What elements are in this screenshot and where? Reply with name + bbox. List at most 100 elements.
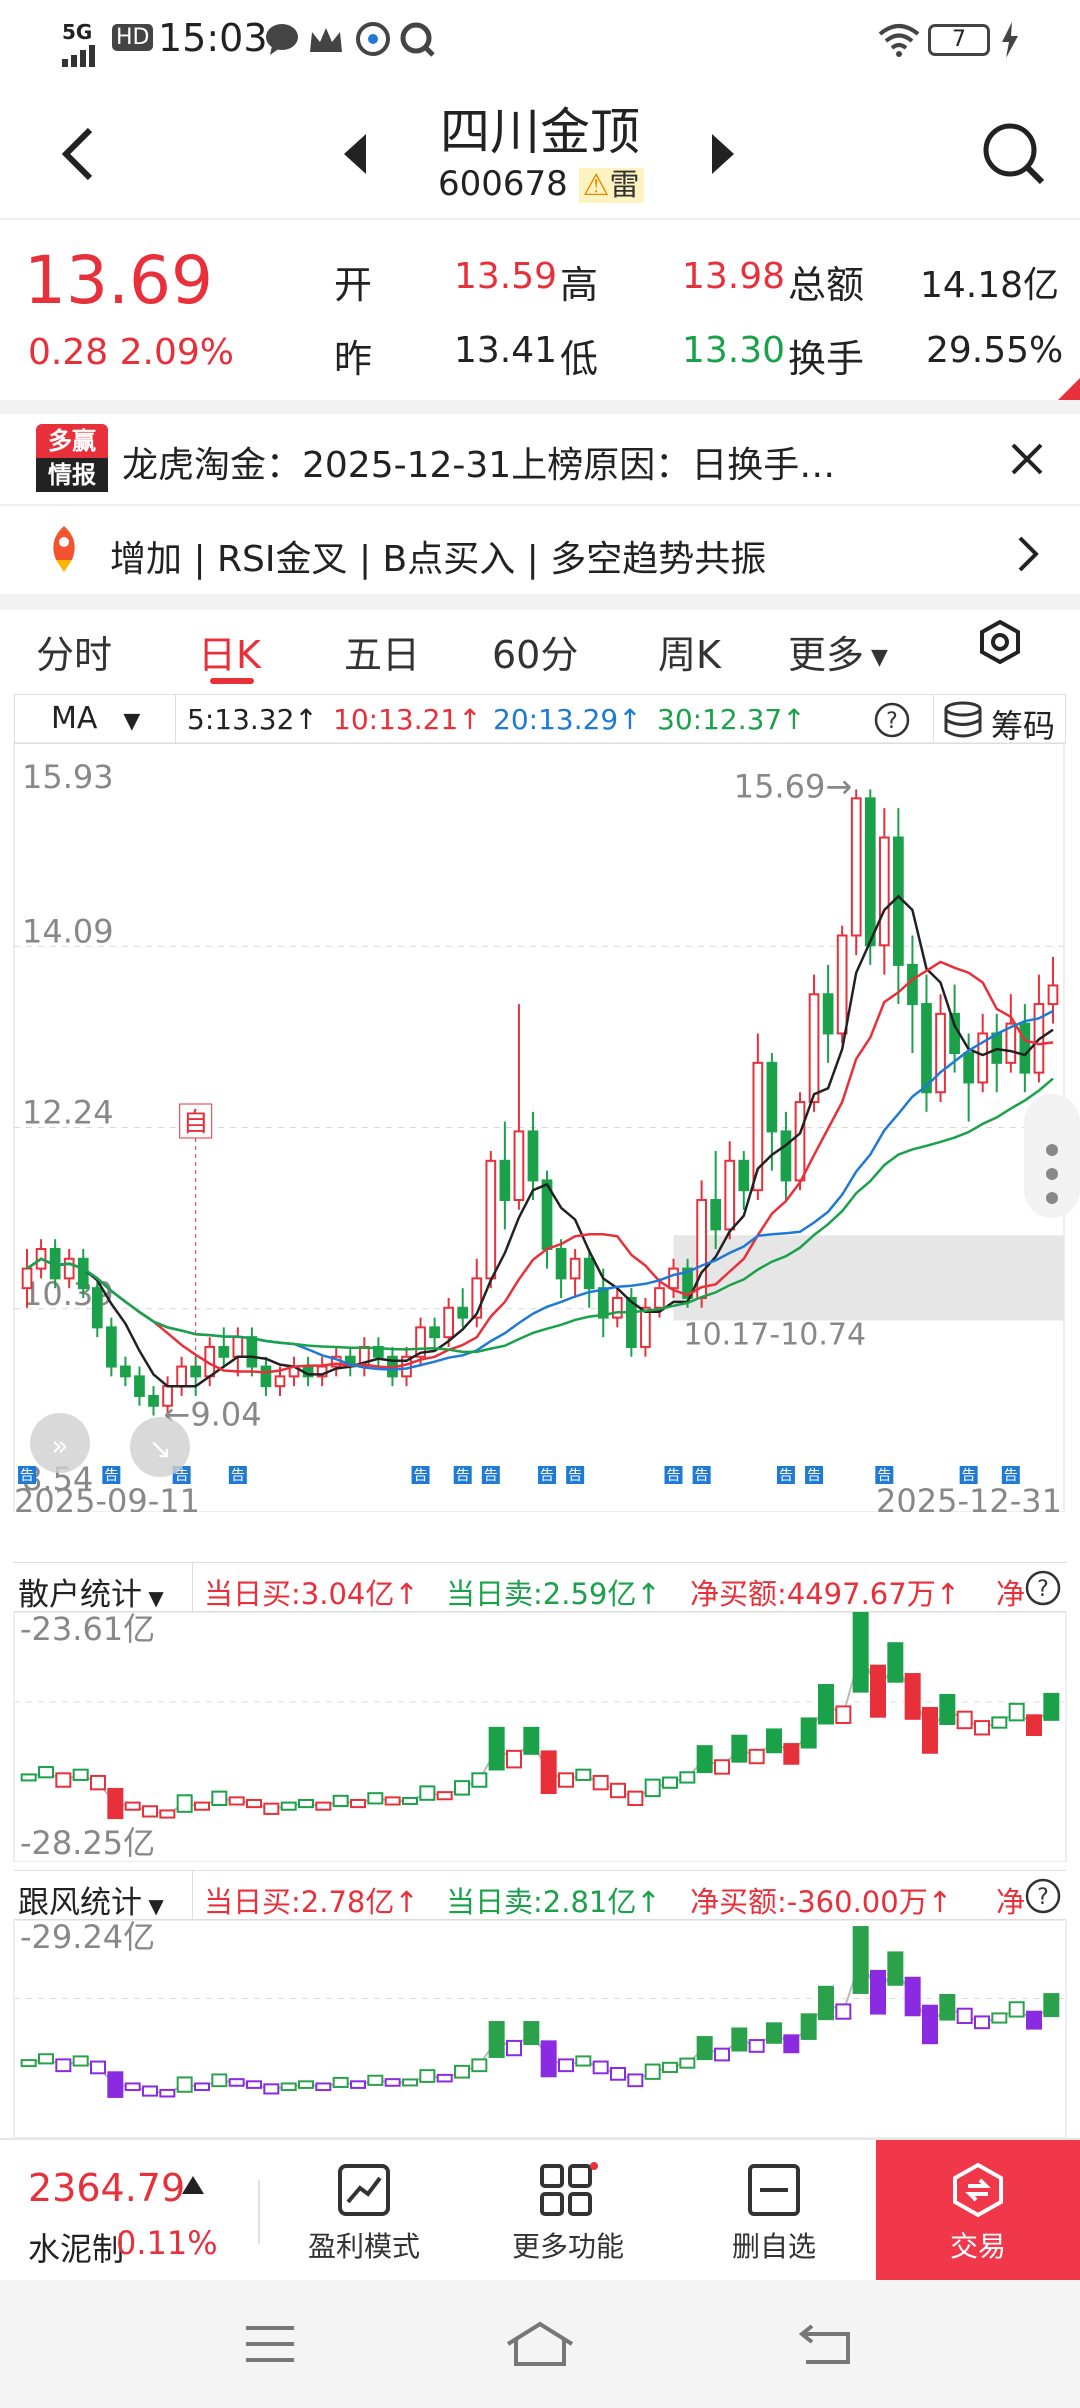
tab-more[interactable]: 更多 ▼ — [788, 624, 888, 679]
index-name[interactable]: 水泥制 — [28, 2224, 124, 2270]
candle-body — [555, 1247, 567, 1280]
news-banner[interactable]: 多赢 情报 龙虎淘金：2025-12-31上榜原因：日换手… — [0, 414, 1080, 506]
panel-bar — [592, 2060, 609, 2075]
candle-body — [499, 1159, 511, 1202]
tab-day-k[interactable]: 日K — [198, 624, 261, 679]
signal-banner[interactable]: 增加 | RSI金叉 | B点买入 | 多空趋势共振 — [0, 508, 1080, 594]
tab-week-k[interactable]: 周K — [658, 624, 721, 679]
tab-60min[interactable]: 60分 — [492, 624, 578, 679]
candle-body — [878, 836, 890, 947]
panel-bar — [679, 1771, 696, 1784]
candle-body — [935, 1012, 946, 1094]
notice-tag-label: 告 — [414, 1468, 428, 1484]
low-label: 低 — [560, 337, 599, 381]
news-text[interactable]: 龙虎淘金：2025-12-31上榜原因：日换手… — [122, 436, 835, 488]
candle-body — [429, 1326, 440, 1339]
panel-bar — [852, 1612, 869, 1693]
panel-bar — [367, 1792, 384, 1805]
stock-code: 600678 ⚠雷 — [438, 160, 644, 204]
svg-text:?: ? — [1037, 1885, 1049, 1910]
candle-body — [808, 993, 820, 1104]
tab-five-day[interactable]: 五日 — [344, 624, 420, 679]
follow-select[interactable]: 跟风统计 ▼ — [18, 1877, 164, 1922]
chips-button[interactable]: 筹码 — [991, 701, 1055, 747]
panel-bar — [575, 1768, 592, 1781]
panel-bar — [714, 1759, 730, 1775]
candle-body — [527, 1130, 539, 1182]
retail-help-icon[interactable]: ? — [1024, 1569, 1062, 1615]
support-zone — [673, 1235, 1064, 1321]
next-stock-icon[interactable] — [708, 132, 738, 180]
help-icon[interactable]: ? — [873, 701, 911, 747]
follow-net-more: 净 — [996, 1885, 1026, 1919]
panel-bar — [922, 2004, 938, 2045]
more-functions-label: 更多功能 — [511, 2230, 624, 2263]
notice-tag-label: 告 — [807, 1468, 821, 1484]
panel-bar — [263, 2083, 280, 2095]
back-icon[interactable] — [58, 126, 98, 186]
active-tab-indicator — [210, 678, 254, 684]
notice-tag-label: 告 — [104, 1468, 118, 1484]
tab-time-share[interactable]: 分时 — [36, 624, 112, 679]
panel-bar — [194, 2082, 210, 2092]
retail-chart[interactable]: -23.61亿 -28.25亿 — [0, 1612, 1080, 1862]
panel-bar — [731, 1734, 748, 1763]
notice-tag-label: 告 — [20, 1468, 34, 1484]
panel-bar — [818, 1684, 834, 1725]
panel-bar — [315, 1801, 332, 1811]
ma-indicator-row: MA ▼ 5:13.32↑ 10:13.21↑ 20:13.29↑ 30:12.3… — [14, 694, 1066, 747]
follow-chart[interactable]: -29.24亿 — [0, 1920, 1080, 2138]
dot-icon — [1046, 1168, 1058, 1180]
home-nav-icon[interactable] — [504, 2320, 576, 2372]
ma30-value: 30:12.37↑ — [657, 703, 806, 736]
hd-badge: HD — [112, 24, 154, 51]
date-start-label: 2025-09-11 — [14, 1482, 200, 1512]
notice-tag-label: 告 — [779, 1468, 793, 1484]
panel-bar — [350, 1798, 366, 1809]
panel-bar — [506, 2039, 522, 2057]
status-bar: 5G HD 15:03 7 — [0, 0, 1080, 80]
close-icon[interactable] — [1010, 442, 1044, 480]
panel-bar — [748, 1748, 765, 1765]
panel-bar — [887, 1951, 904, 1986]
panel-bar — [454, 1780, 470, 1796]
settings-icon[interactable] — [980, 619, 1020, 668]
chevron-right-icon[interactable] — [1016, 536, 1040, 576]
panel-bar — [176, 2076, 193, 2093]
panel-bar — [523, 1726, 540, 1755]
trade-button[interactable]: 交易 — [876, 2140, 1080, 2282]
kline-chart[interactable]: 15.93 14.09 12.24 10.39 8.54 2025-09-11 2025-1… — [0, 551, 1080, 1520]
search-icon[interactable] — [980, 120, 1046, 190]
candle-body — [63, 1257, 75, 1280]
more-functions-button[interactable]: 更多功能 — [498, 2140, 638, 2282]
menu-nav-icon[interactable] — [244, 2324, 296, 2368]
kline-svg[interactable]: 15.9314.0912.2410.398.542025-09-11 2025-1… — [0, 551, 1080, 1520]
back-nav-icon[interactable] — [798, 2322, 852, 2370]
panel-bar — [142, 1805, 158, 1818]
profit-mode-button[interactable]: 盈利模式 — [294, 2140, 434, 2282]
panel-bar — [124, 1801, 141, 1811]
panel-bar — [90, 1774, 106, 1791]
panel-bar — [107, 2071, 124, 2098]
prev-stock-icon[interactable] — [340, 132, 370, 180]
risk-badge[interactable]: ⚠雷 — [578, 168, 644, 203]
ma-select[interactable]: MA ▼ — [51, 701, 140, 736]
panel-bar — [818, 1985, 834, 2021]
high-value: 13.98 — [682, 256, 786, 297]
dropdown-icon: ▼ — [864, 645, 888, 670]
follow-help-icon[interactable]: ? — [1024, 1877, 1062, 1923]
profit-mode-label: 盈利模式 — [307, 2230, 420, 2263]
candle-body — [148, 1394, 159, 1407]
index-value[interactable]: 2364.79 — [28, 2166, 185, 2210]
panel-bar — [228, 2078, 245, 2087]
retail-net-more: 净 — [996, 1577, 1026, 1611]
candle-body — [260, 1365, 272, 1388]
candle-body — [907, 963, 918, 1006]
panel-bar — [575, 2055, 592, 2067]
remove-watchlist-button[interactable]: 删自选 — [704, 2140, 844, 2282]
candle-body — [893, 836, 904, 966]
price-tick-label: 12.24 — [22, 1094, 114, 1132]
charging-icon — [1000, 22, 1020, 67]
retail-select[interactable]: 散户统计 ▼ — [18, 1569, 164, 1614]
candle-body — [485, 1159, 497, 1280]
